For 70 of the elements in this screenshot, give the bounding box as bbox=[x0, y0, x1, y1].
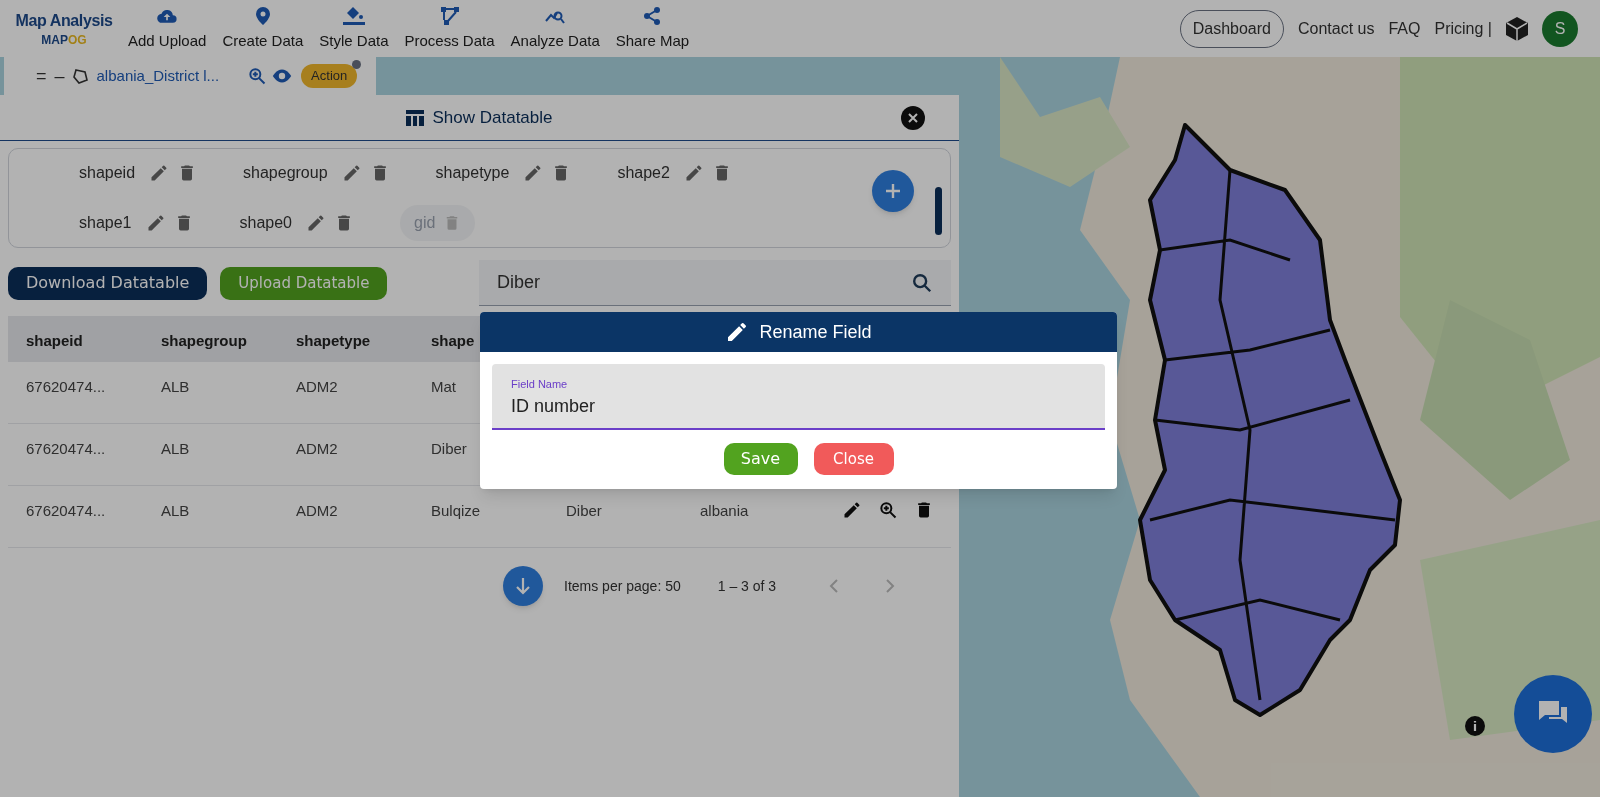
polygon-icon bbox=[72, 68, 89, 84]
plus-icon bbox=[885, 183, 901, 199]
table-cell-text: ADM2 bbox=[296, 501, 338, 521]
zoom-in-icon[interactable] bbox=[878, 500, 898, 520]
panel-title: Show Datatable bbox=[432, 106, 553, 129]
table-cell-text: 67620474... bbox=[26, 439, 106, 459]
share-icon bbox=[643, 6, 662, 25]
field-value[interactable]: ID number bbox=[511, 393, 1086, 420]
edit-icon[interactable] bbox=[306, 213, 326, 233]
paint-bucket-icon bbox=[342, 4, 365, 25]
edit-icon[interactable] bbox=[842, 500, 862, 520]
table-cell-text: Mat bbox=[431, 377, 456, 397]
table-cell-text: Bulqize bbox=[431, 501, 481, 521]
column-header: shapetype bbox=[296, 331, 371, 351]
info-icon[interactable] bbox=[1465, 716, 1485, 736]
table-cell-text: Diber bbox=[431, 439, 467, 459]
field-label: Field Name bbox=[511, 378, 569, 391]
search-icon[interactable] bbox=[911, 271, 933, 294]
table-cell-text: 67620474... bbox=[26, 377, 106, 397]
column-header: shape bbox=[431, 331, 475, 351]
collapse-toggle[interactable]: – bbox=[54, 62, 65, 90]
field-name: shapeid bbox=[79, 163, 136, 183]
drag-handle[interactable]: = bbox=[36, 62, 47, 90]
scroll-down-button[interactable] bbox=[503, 566, 543, 606]
items-per-page: Items per page: 50 bbox=[564, 576, 681, 596]
nav-button[interactable]: Style Data bbox=[317, 0, 391, 57]
column-header: shapegroup bbox=[161, 331, 247, 351]
close-icon bbox=[908, 113, 918, 123]
table-cell-text: albania bbox=[700, 501, 749, 521]
cloud-upload-icon bbox=[157, 8, 178, 25]
layer-name-link[interactable]: albania_District l... bbox=[96, 64, 220, 88]
user-avatar[interactable]: S bbox=[1542, 10, 1578, 47]
zoom-in-icon[interactable] bbox=[247, 66, 268, 86]
brand-title: Map Analysis bbox=[15, 10, 113, 31]
close-button[interactable] bbox=[901, 106, 925, 130]
dialog-title: Rename Field bbox=[759, 320, 872, 344]
download-button[interactable]: Download Datatable bbox=[8, 266, 208, 300]
nav-button[interactable]: Analyze Data bbox=[508, 0, 602, 57]
field-name: shapetype bbox=[435, 163, 510, 183]
table-cell-text: ALB bbox=[161, 377, 190, 397]
field-name: shape0 bbox=[239, 213, 292, 233]
scrollbar-thumb[interactable] bbox=[935, 187, 942, 235]
nav-button[interactable]: Add Upload bbox=[126, 0, 209, 57]
cube-icon[interactable] bbox=[1506, 16, 1528, 41]
table-cell-text: ADM2 bbox=[296, 377, 338, 397]
table-cell-text: Diber bbox=[566, 501, 602, 521]
down-arrow-icon bbox=[515, 577, 531, 595]
nav-button[interactable]: Create Data bbox=[220, 0, 306, 57]
table-cell-text: 67620474... bbox=[26, 501, 106, 521]
field-name-input[interactable]: Field Name ID number bbox=[492, 364, 1105, 430]
table-icon bbox=[406, 109, 425, 126]
field-name: shapegroup bbox=[243, 163, 328, 183]
field-name: gid bbox=[414, 213, 436, 233]
nav-link[interactable]: FAQ bbox=[1388, 16, 1421, 41]
field-name: shape2 bbox=[617, 163, 670, 183]
nav-button[interactable]: Process Data bbox=[402, 0, 497, 57]
nav-link[interactable]: Contact us bbox=[1298, 16, 1375, 41]
column-header: shapeid bbox=[26, 331, 83, 351]
table-cell-text: ADM2 bbox=[296, 439, 338, 459]
nav-link[interactable]: Pricing | bbox=[1434, 16, 1492, 41]
page-range: 1 – 3 of 3 bbox=[717, 576, 777, 596]
nav-button[interactable]: Share Map bbox=[613, 0, 692, 57]
brand-logo: MAPOG bbox=[41, 31, 87, 48]
field-name: shape1 bbox=[79, 213, 132, 233]
table-cell-text: ALB bbox=[161, 501, 190, 521]
location-pin-icon bbox=[255, 6, 270, 25]
vector-path-icon bbox=[440, 6, 459, 25]
search-field[interactable]: Diber bbox=[479, 260, 951, 306]
add-field-button[interactable] bbox=[872, 170, 914, 212]
table-cell-text: ALB bbox=[161, 439, 190, 459]
